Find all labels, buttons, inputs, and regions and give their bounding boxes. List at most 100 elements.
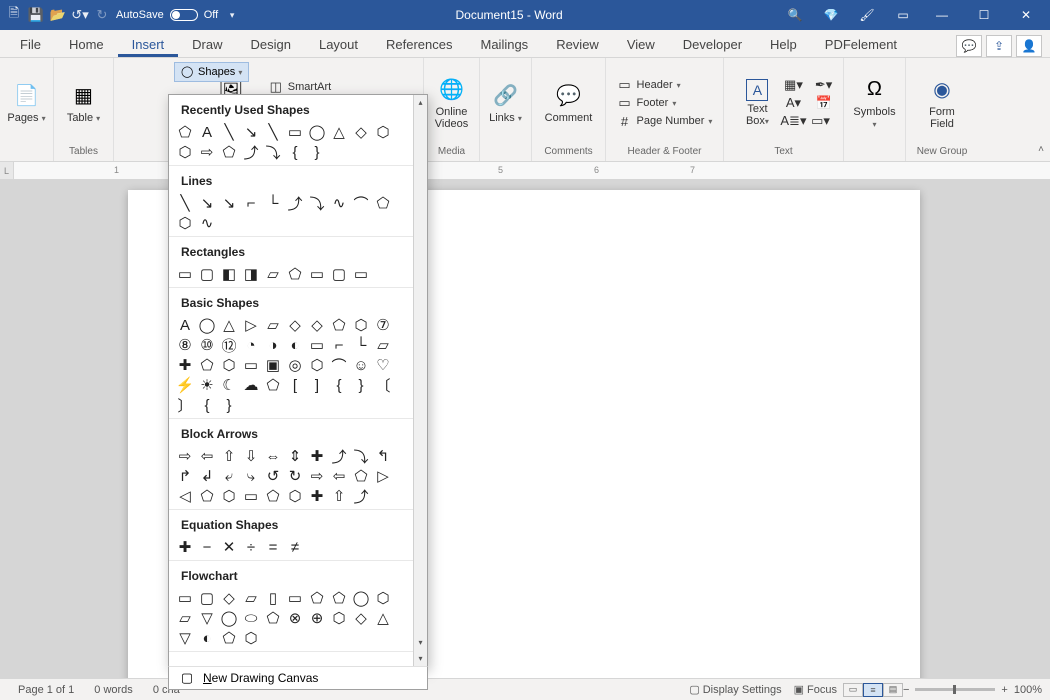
shape-item[interactable]: ≠ <box>285 538 305 556</box>
shape-item[interactable]: ⇔ <box>263 447 283 465</box>
view-read-icon[interactable]: ▭ <box>843 683 863 697</box>
shape-item[interactable]: ⬭ <box>241 609 261 627</box>
shape-item[interactable]: ⚡ <box>175 376 195 394</box>
shape-item[interactable]: ╲ <box>175 194 195 212</box>
shape-item[interactable]: ↘ <box>197 194 217 212</box>
shape-item[interactable]: ↘ <box>219 194 239 212</box>
view-print-icon[interactable]: ≡ <box>863 683 883 697</box>
shape-item[interactable]: ⬠ <box>219 629 239 647</box>
scroll-down-icon[interactable]: ▾ <box>414 635 427 649</box>
shape-item[interactable]: ╲ <box>263 123 283 141</box>
shape-item[interactable]: ▣ <box>263 356 283 374</box>
shape-item[interactable]: 〕 <box>175 396 195 414</box>
form-field-button[interactable]: ◉Form Field <box>917 74 967 132</box>
shape-item[interactable]: ▯ <box>263 589 283 607</box>
shape-item[interactable]: ⬠ <box>329 589 349 607</box>
pages-button[interactable]: 📄Pages ▾ <box>2 80 52 126</box>
shape-item[interactable]: ◇ <box>285 316 305 334</box>
shape-item[interactable]: ◇ <box>219 589 239 607</box>
qat-save2-icon[interactable]: 💾 <box>28 7 44 23</box>
shape-item[interactable]: ⬠ <box>197 487 217 505</box>
date-icon[interactable]: 📅 <box>816 95 832 111</box>
shape-item[interactable]: ⬠ <box>285 265 305 283</box>
shape-item[interactable]: ⬡ <box>175 143 195 161</box>
tab-draw[interactable]: Draw <box>178 31 236 57</box>
shape-item[interactable]: ◯ <box>307 123 327 141</box>
shape-item[interactable]: └ <box>351 336 371 354</box>
shape-item[interactable]: ↻ <box>285 467 305 485</box>
focus-mode[interactable]: ▣Focus <box>788 683 843 696</box>
shape-item[interactable]: ↲ <box>197 467 217 485</box>
minimize-button[interactable]: — <box>922 0 962 30</box>
footer-button[interactable]: ▭Footer▾ <box>617 95 713 111</box>
shape-item[interactable]: ◐ <box>197 629 217 647</box>
shape-item[interactable]: ☁ <box>241 376 261 394</box>
shape-item[interactable]: ⊕ <box>307 609 327 627</box>
shape-item[interactable]: ⇧ <box>219 447 239 465</box>
shape-item[interactable]: ▽ <box>197 609 217 627</box>
new-drawing-canvas[interactable]: ▢ New Drawing Canvas <box>168 666 428 690</box>
tab-layout[interactable]: Layout <box>305 31 372 57</box>
shape-item[interactable]: ⬡ <box>285 487 305 505</box>
shape-item[interactable]: ✚ <box>307 487 327 505</box>
shape-item[interactable]: ⤶ <box>219 467 239 485</box>
shape-item[interactable]: ∿ <box>197 214 217 232</box>
shape-item[interactable]: [ <box>285 376 305 394</box>
brush-icon[interactable]: 🖌 <box>850 0 884 30</box>
links-button[interactable]: 🔗Links ▾ <box>481 80 531 126</box>
shape-item[interactable]: ⌐ <box>329 336 349 354</box>
page-number-button[interactable]: #Page Number▾ <box>617 113 713 129</box>
close-button[interactable]: ✕ <box>1006 0 1046 30</box>
shape-item[interactable]: ✕ <box>219 538 239 556</box>
smartart-button[interactable]: ◫SmartArt <box>268 79 331 95</box>
shape-item[interactable]: ⬠ <box>351 467 371 485</box>
document-area[interactable] <box>0 180 1050 678</box>
shape-item[interactable]: ⬡ <box>351 316 371 334</box>
shape-item[interactable]: ⤵ <box>307 194 327 212</box>
shape-item[interactable]: ⇨ <box>307 467 327 485</box>
maximize-button[interactable]: ☐ <box>964 0 1004 30</box>
shape-item[interactable]: ♡ <box>373 356 393 374</box>
premium-icon[interactable]: 💎 <box>814 0 848 30</box>
shape-item[interactable]: ▭ <box>351 265 371 283</box>
shape-item[interactable]: ◯ <box>197 316 217 334</box>
shape-item[interactable]: ▭ <box>175 265 195 283</box>
shape-item[interactable]: ⊗ <box>285 609 305 627</box>
view-web-icon[interactable]: ▤ <box>883 683 903 697</box>
text-box-button[interactable]: AText Box▾ <box>735 77 779 129</box>
scroll-up-icon[interactable]: ▴ <box>414 95 427 109</box>
shape-item[interactable]: ⇦ <box>197 447 217 465</box>
shape-item[interactable]: ⬡ <box>219 356 239 374</box>
shape-item[interactable]: ▱ <box>263 316 283 334</box>
shape-item[interactable]: ↰ <box>373 447 393 465</box>
shape-item[interactable]: △ <box>373 609 393 627</box>
shape-item[interactable]: ⌒ <box>351 194 371 212</box>
shape-item[interactable]: − <box>197 538 217 556</box>
shape-item[interactable]: ▭ <box>307 336 327 354</box>
shape-item[interactable]: ∿ <box>329 194 349 212</box>
shape-item[interactable]: ▢ <box>329 265 349 283</box>
shape-item[interactable]: ⬡ <box>219 487 239 505</box>
shape-item[interactable]: A <box>197 123 217 141</box>
signature-icon[interactable]: ✒▾ <box>816 77 832 93</box>
shape-item[interactable]: ◁ <box>175 487 195 505</box>
shape-item[interactable]: ◑ <box>263 336 283 354</box>
qat-open-icon[interactable]: 📂 <box>50 7 66 23</box>
shape-item[interactable]: ▭ <box>307 265 327 283</box>
shape-item[interactable]: ⑩ <box>197 336 217 354</box>
qat-redo-icon[interactable]: ↻ <box>94 7 110 23</box>
shape-item[interactable]: ☾ <box>219 376 239 394</box>
shape-item[interactable]: ⑦ <box>373 316 393 334</box>
shape-item[interactable]: ⬡ <box>373 123 393 141</box>
zoom-slider[interactable] <box>915 688 995 691</box>
shape-item[interactable]: } <box>351 376 371 394</box>
shape-item[interactable]: = <box>263 538 283 556</box>
shape-item[interactable]: ✚ <box>175 356 195 374</box>
dropcap-icon[interactable]: A≣▾ <box>785 113 801 129</box>
shape-item[interactable]: ⇩ <box>241 447 261 465</box>
shape-item[interactable]: ÷ <box>241 538 261 556</box>
tab-file[interactable]: File <box>6 31 55 57</box>
shape-item[interactable]: ▭ <box>285 589 305 607</box>
shape-item[interactable]: ▭ <box>241 356 261 374</box>
qat-more-icon[interactable]: ▾ <box>224 7 240 23</box>
